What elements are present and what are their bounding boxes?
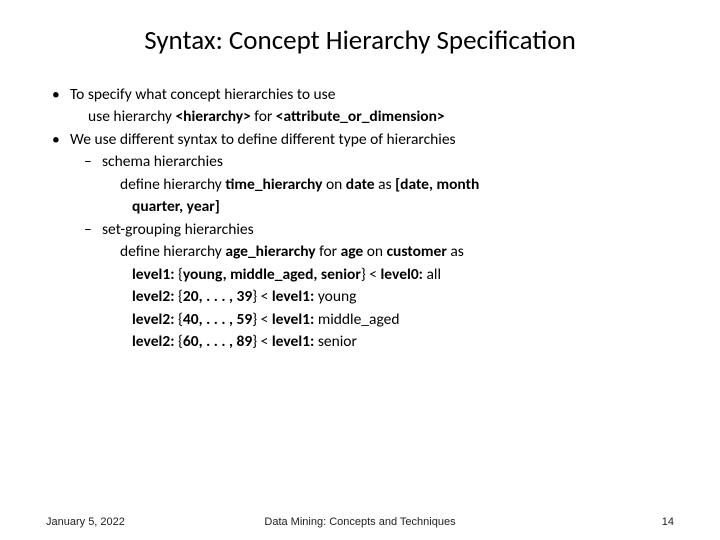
bullet-2b-def: define hierarchy age_hierarchy for age o…	[46, 242, 674, 262]
level2: level2: {20, . . . , 39} < level1: young	[46, 287, 674, 307]
level3: level2: {40, . . . , 59} < level1: middl…	[46, 310, 674, 330]
bullet-2a-def: define hierarchy time_hierarchy on date …	[46, 175, 674, 195]
footer-center: Data Mining: Concepts and Techniques	[0, 516, 720, 528]
level1: level1: {young, middle_aged, senior} < l…	[46, 265, 674, 285]
bullet-1-sub: use hierarchy <hierarchy> for <attribute…	[46, 107, 674, 127]
bullet-2b: set-grouping hierarchies	[46, 220, 674, 240]
bullet-2a-def2: quarter, year]	[46, 197, 674, 217]
slide-title: Syntax: Concept Hierarchy Specification	[46, 24, 674, 57]
slide: Syntax: Concept Hierarchy Specification …	[0, 0, 720, 540]
bullet-1: To specify what concept hierarchies to u…	[46, 85, 674, 105]
bullet-2a: schema hierarchies	[46, 152, 674, 172]
slide-body: To specify what concept hierarchies to u…	[46, 85, 674, 352]
bullet-2: We use different syntax to define differ…	[46, 130, 674, 150]
level4: level2: {60, . . . , 89} < level1: senio…	[46, 332, 674, 352]
footer: January 5, 2022 Data Mining: Concepts an…	[0, 516, 720, 528]
